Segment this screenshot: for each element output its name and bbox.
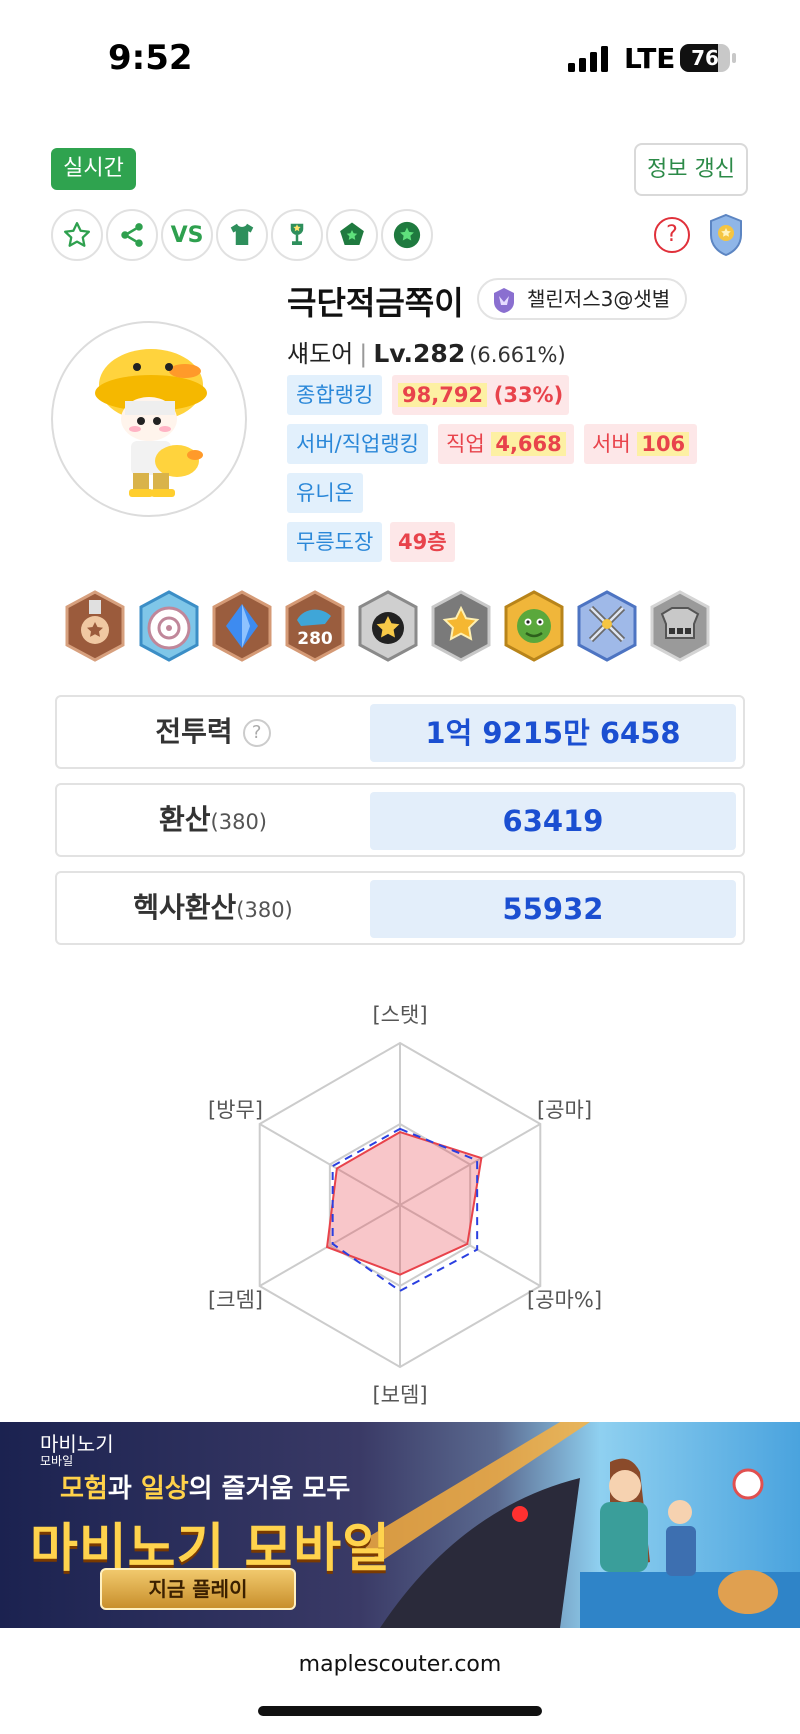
combat-power-label-text: 전투력 — [155, 715, 233, 748]
battery-icon: 76 — [680, 44, 736, 72]
hexa-conversion-level: (380) — [236, 898, 293, 922]
radar-axis-label: [스탯] — [372, 1003, 427, 1027]
server-rank-label: 서버 — [592, 432, 631, 456]
star-circle-icon — [393, 221, 421, 249]
character-class: 섀도어 — [287, 340, 354, 368]
character-sprite — [95, 349, 207, 497]
share-button[interactable] — [106, 209, 158, 261]
combat-power-label: 전투력? — [57, 697, 369, 767]
blue-gem-icon[interactable] — [210, 590, 274, 662]
hexa-conversion-label-text: 헥사환산 — [133, 891, 237, 924]
pentagon-badge-icon — [340, 222, 364, 245]
vs-label: VS — [170, 222, 204, 248]
job-rank: 직업 4,668 — [438, 424, 574, 464]
ad-play-button[interactable]: 지금 플레이 — [100, 1568, 296, 1610]
class-level-line: 섀도어 | Lv.282 (6.661%) — [287, 339, 566, 368]
character-level: Lv.282 — [373, 339, 466, 368]
network-label: LTE — [624, 42, 676, 75]
battery-text: 76 — [691, 46, 719, 70]
conversion-value: 63419 — [370, 792, 736, 850]
conversion-label-text: 환산 — [159, 803, 211, 836]
guild-emblem-icon — [494, 288, 514, 313]
realtime-button[interactable]: 실시간 — [51, 148, 136, 190]
dojo-tag[interactable]: 무릉도장 — [287, 522, 383, 562]
shirt-icon — [230, 223, 254, 245]
union-tag[interactable]: 유니온 — [287, 473, 363, 513]
job-rank-value: 4,668 — [491, 432, 566, 456]
bronze-medal-icon[interactable] — [63, 590, 127, 662]
star-circle-button[interactable] — [381, 209, 433, 261]
ad-tagline: 모험과 일상의 즐거움 모두 — [60, 1468, 350, 1505]
ad-tagline-word1: 모험 — [60, 1474, 108, 1504]
level-280-icon[interactable]: 280 — [283, 590, 347, 662]
guild-badge[interactable]: 챌린저스3@샛별 — [477, 278, 687, 320]
signal-icon — [568, 46, 608, 72]
dojo-floor: 49층 — [390, 522, 455, 562]
ad-tagline-word3: 일상 — [140, 1474, 189, 1504]
site-url[interactable]: maplescouter.com — [0, 1652, 800, 1677]
radar-axis-label: [공마] — [537, 1098, 592, 1122]
ad-tagline-word2: 과 — [107, 1474, 141, 1504]
overall-rank-number: 98,792 — [398, 383, 488, 407]
radar-axis-label: [크뎀] — [208, 1288, 263, 1312]
favorite-button[interactable] — [51, 209, 103, 261]
level-280-label: 280 — [297, 629, 333, 649]
black-star-icon[interactable] — [356, 590, 420, 662]
pentagon-badge-button[interactable] — [326, 209, 378, 261]
level-percent: (6.661%) — [469, 343, 566, 367]
medal-icon[interactable] — [706, 213, 746, 257]
refresh-info-button[interactable]: 정보 갱신 — [634, 143, 748, 196]
conversion-level: (380) — [210, 810, 267, 834]
conversion-row: 환산(380) 63419 — [55, 783, 745, 857]
vs-button[interactable]: VS — [161, 209, 213, 261]
radar-chart: [스탯] [공마] [공마%] [보뎀] [크뎀] [방무] — [208, 1003, 602, 1407]
hexa-conversion-value: 55932 — [370, 880, 736, 938]
server-job-rank-tag[interactable]: 서버/직업랭킹 — [287, 424, 428, 464]
ad-banner[interactable]: 마비노기 모바일 모험과 일상의 즐거움 모두 마비노기 모바일 지금 플레이 — [0, 1422, 800, 1628]
status-bar: 9:52 LTE 76 — [0, 0, 800, 110]
home-indicator[interactable] — [258, 1706, 542, 1716]
crossed-swords-icon[interactable] — [575, 590, 639, 662]
ad-tagline-word4: 의 즐거움 모두 — [188, 1474, 351, 1504]
equipment-button[interactable] — [216, 209, 268, 261]
server-rank: 서버 106 — [584, 424, 698, 464]
question-icon[interactable]: ? — [242, 719, 271, 747]
guild-name: 챌린저스3@샛별 — [527, 287, 671, 311]
server-rank-value: 106 — [637, 432, 690, 456]
overall-rank-tag[interactable]: 종합랭킹 — [287, 375, 383, 415]
star-icon — [64, 222, 90, 247]
conversion-label: 환산(380) — [57, 785, 369, 855]
status-time: 9:52 — [108, 38, 193, 78]
character-avatar — [51, 321, 247, 517]
armor-icon[interactable] — [648, 590, 712, 662]
combat-power-row: 전투력? 1억 9215만 6458 — [55, 695, 745, 769]
share-icon — [121, 223, 143, 247]
radar-axis-label: [방무] — [208, 1098, 263, 1122]
trophy-icon — [290, 223, 304, 245]
job-rank-label: 직업 — [446, 432, 485, 456]
hexa-conversion-row: 헥사환산(380) 55932 — [55, 871, 745, 945]
gold-star-icon[interactable] — [429, 590, 493, 662]
overall-rank-percent: (33%) — [493, 383, 564, 407]
ad-brand-sub: 모바일 — [40, 1454, 74, 1468]
target-medal-icon[interactable] — [137, 590, 201, 662]
radar-axis-label: [공마%] — [527, 1288, 602, 1312]
combat-power-value: 1억 9215만 6458 — [370, 704, 736, 762]
character-name: 극단적금쪽이 — [287, 284, 464, 322]
green-dragon-icon[interactable] — [502, 590, 566, 662]
trophy-button[interactable] — [271, 209, 323, 261]
help-icon[interactable]: ? — [654, 217, 690, 253]
overall-rank-value: 98,792 (33%) — [392, 375, 570, 415]
hexa-conversion-label: 헥사환산(380) — [57, 873, 369, 943]
radar-axis-label: [보뎀] — [372, 1383, 427, 1407]
